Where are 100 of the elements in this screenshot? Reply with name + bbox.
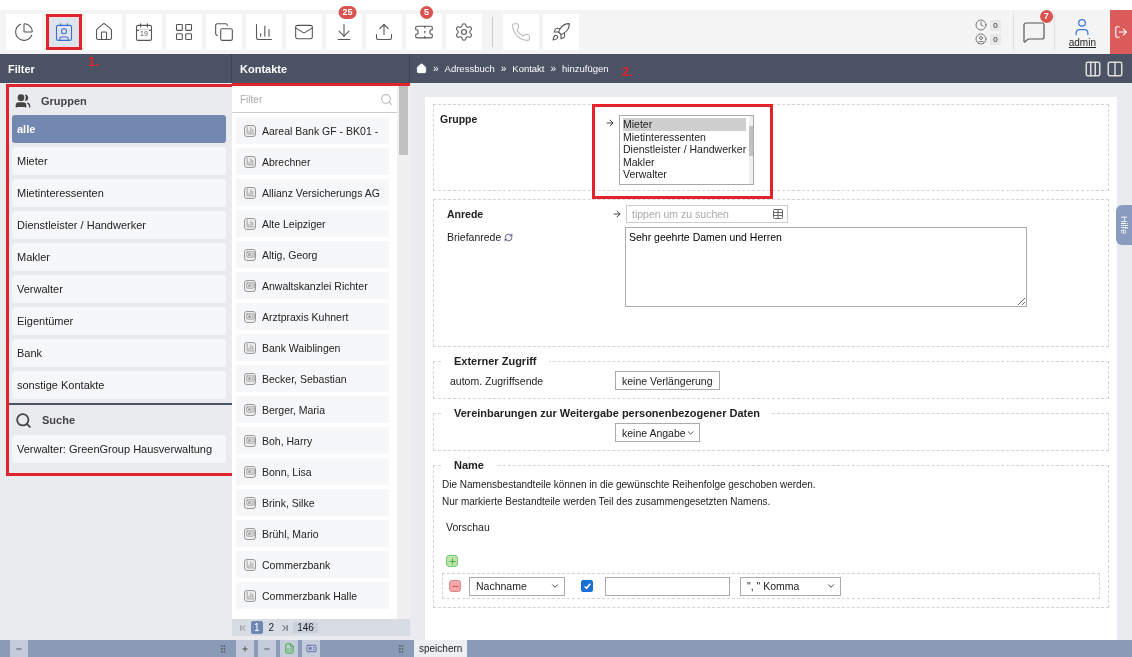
group-item[interactable]: Bank bbox=[12, 339, 226, 367]
contact-item[interactable]: Alte Leipziger bbox=[236, 210, 389, 237]
toolbar-button[interactable] bbox=[86, 14, 122, 50]
logout-button[interactable] bbox=[1110, 10, 1132, 54]
contact-item[interactable]: Boh, Harry bbox=[236, 427, 389, 454]
toolbar-button[interactable] bbox=[246, 14, 282, 50]
building-chart-icon bbox=[244, 124, 256, 137]
contact-item[interactable]: Altig, Georg bbox=[236, 241, 389, 268]
arrow-icon bbox=[612, 209, 622, 219]
fieldset-legend: Vereinbarungen zur Weitergabe personenbezogener Daten bbox=[442, 407, 773, 419]
contact-item[interactable]: Arztpraxis Kuhnert bbox=[236, 303, 389, 330]
group-item[interactable]: Dienstleister / Handwerker bbox=[12, 211, 226, 239]
breadcrumb-link[interactable]: hinzufügen bbox=[562, 63, 609, 74]
messages-button[interactable]: 7 bbox=[1012, 14, 1055, 50]
building-chart-icon bbox=[244, 155, 256, 168]
group-item[interactable]: Eigentümer bbox=[12, 307, 226, 335]
page-button[interactable]: 1 bbox=[251, 621, 263, 634]
search-field[interactable]: tippen um zu suchen bbox=[626, 205, 788, 223]
group-listbox[interactable]: Mieter Mietinteressenten Dienstleister / Handwerker Makler Verwalter bbox=[619, 115, 754, 185]
person-card-icon bbox=[244, 496, 256, 509]
chevron-icon bbox=[550, 581, 560, 591]
listbox-option[interactable]: Mietinteressenten bbox=[623, 130, 747, 143]
person-card-icon bbox=[244, 372, 256, 385]
toolbar-button[interactable] bbox=[406, 14, 442, 50]
breadcrumb-link[interactable]: Kontakt bbox=[512, 63, 545, 74]
card-button[interactable] bbox=[302, 640, 320, 657]
three-columns-icon[interactable] bbox=[1084, 59, 1102, 78]
count-badge: 7 bbox=[1039, 10, 1053, 23]
two-columns-icon[interactable] bbox=[1106, 59, 1124, 78]
person-card-icon bbox=[244, 248, 256, 261]
home-icon[interactable] bbox=[416, 63, 427, 74]
toolbar-button[interactable] bbox=[543, 14, 579, 50]
envelope-icon bbox=[294, 22, 314, 42]
contact-card-icon bbox=[305, 643, 317, 654]
grip-icon[interactable] bbox=[218, 643, 228, 654]
contact-item[interactable]: Anwaltskanzlei Richter bbox=[236, 272, 389, 299]
select-field[interactable]: ", " Komma bbox=[740, 576, 841, 596]
page-button[interactable]: 2 bbox=[265, 621, 278, 634]
toolbar-button[interactable] bbox=[206, 14, 242, 50]
person-card-icon bbox=[244, 527, 256, 540]
search-icon bbox=[15, 411, 32, 429]
listbox-option[interactable]: Verwalter bbox=[623, 168, 747, 181]
toolbar-button[interactable] bbox=[366, 14, 402, 50]
contact-item[interactable]: Aareal Bank GF - BK01 - bbox=[236, 117, 389, 144]
counter-value: 0 bbox=[990, 19, 1001, 31]
listbox-option[interactable]: Mieter bbox=[623, 118, 747, 131]
last-page-icon[interactable] bbox=[280, 622, 291, 633]
grid-icon bbox=[174, 22, 194, 42]
group-item[interactable]: Mietinteressenten bbox=[12, 179, 226, 207]
input-field[interactable] bbox=[605, 576, 730, 596]
select-field[interactable]: keine Verlängerung bbox=[615, 371, 720, 390]
person-card-icon bbox=[244, 310, 256, 323]
contact-item[interactable]: Bonn, Lisa bbox=[236, 458, 389, 485]
select-field[interactable]: Nachname bbox=[469, 576, 565, 596]
toolbar-button[interactable] bbox=[166, 14, 202, 50]
toolbar-button[interactable] bbox=[46, 14, 82, 50]
add-icon[interactable] bbox=[446, 555, 458, 567]
group-item[interactable]: Mieter bbox=[12, 147, 226, 175]
spreadsheet-icon bbox=[283, 643, 295, 654]
contact-item[interactable]: Abrechner bbox=[236, 148, 389, 175]
group-item[interactable]: sonstige Kontakte bbox=[12, 371, 226, 399]
refresh-icon[interactable] bbox=[504, 232, 514, 242]
contact-item[interactable]: Allianz Versicherungs AG bbox=[236, 179, 389, 206]
group-item[interactable]: alle bbox=[12, 115, 226, 143]
contact-name: Boh, Harry bbox=[262, 434, 313, 447]
pie-chart-icon bbox=[14, 22, 34, 42]
house-icon bbox=[94, 22, 114, 42]
user-button[interactable]: admin bbox=[1058, 12, 1106, 52]
scrollbar[interactable] bbox=[397, 83, 410, 619]
checkbox[interactable] bbox=[581, 580, 593, 592]
remove-icon[interactable] bbox=[449, 580, 461, 592]
contact-item[interactable]: Commerzbank bbox=[236, 551, 389, 578]
building-chart-icon bbox=[244, 217, 256, 230]
group-item[interactable]: Makler bbox=[12, 243, 226, 271]
contact-item[interactable]: Berger, Maria bbox=[236, 396, 389, 423]
clock-icon bbox=[975, 19, 988, 31]
person-card-icon bbox=[244, 279, 256, 292]
group-item[interactable]: Verwalter bbox=[12, 275, 226, 303]
toolbar-button[interactable] bbox=[6, 14, 42, 50]
letter-salutation-field[interactable]: Sehr geehrte Damen und Herren bbox=[625, 227, 1027, 307]
toolbar-button[interactable] bbox=[446, 14, 482, 50]
search-icon bbox=[380, 92, 393, 106]
upload-tray-icon bbox=[374, 22, 394, 42]
breadcrumb-link[interactable]: Adressbuch bbox=[444, 63, 495, 74]
contact-item[interactable]: Brink, Silke bbox=[236, 489, 389, 516]
bar-chart-icon bbox=[254, 22, 274, 42]
listbox-option[interactable]: Makler bbox=[623, 155, 747, 168]
hint-text: Nur markierte Bestandteile werden Teil des zusammengesetzten Namens. bbox=[442, 496, 772, 507]
contact-item[interactable]: Becker, Sebastian bbox=[236, 365, 389, 392]
contact-item[interactable]: Brühl, Mario bbox=[236, 520, 389, 547]
contact-item[interactable]: Commerzbank Halle bbox=[236, 582, 389, 609]
toolbar-button[interactable] bbox=[286, 14, 322, 50]
grip-icon[interactable] bbox=[396, 643, 406, 654]
toolbar-button[interactable] bbox=[326, 14, 362, 50]
listbox-option[interactable]: Dienstleister / Handwerker bbox=[623, 143, 747, 156]
saved-search-item[interactable]: Verwalter: GreenGroup Hausverwaltung bbox=[12, 435, 226, 463]
save-button[interactable]: speichern bbox=[414, 640, 468, 657]
select-field[interactable]: keine Angabe bbox=[615, 423, 700, 442]
contact-name: Altig, Georg bbox=[262, 248, 318, 261]
contact-item[interactable]: Bank Waiblingen bbox=[236, 334, 389, 361]
